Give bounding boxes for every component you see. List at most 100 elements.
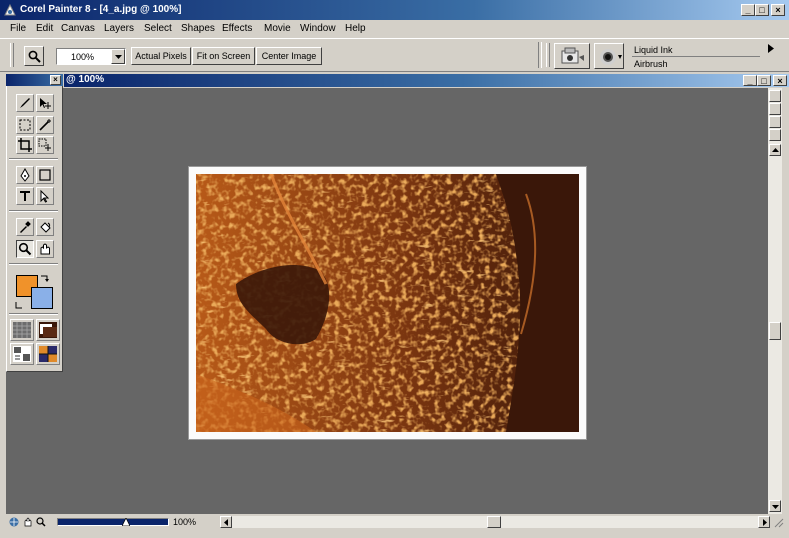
scroll-up-button[interactable] bbox=[769, 144, 781, 156]
paint-bucket-tool[interactable] bbox=[36, 218, 54, 236]
swap-colors-icon[interactable] bbox=[40, 274, 50, 282]
paper-selector[interactable] bbox=[10, 319, 34, 341]
scroll-right-button[interactable] bbox=[758, 516, 770, 528]
shape-selection-icon bbox=[40, 189, 50, 203]
crop-tool[interactable] bbox=[16, 136, 34, 154]
menu-window[interactable]: Window bbox=[300, 23, 336, 34]
menu-movie[interactable]: Movie bbox=[264, 23, 291, 34]
actual-pixels-button[interactable]: Actual Pixels bbox=[131, 47, 191, 65]
text-tool[interactable] bbox=[16, 187, 34, 205]
brush-category-selector[interactable] bbox=[554, 43, 590, 69]
pen-tool[interactable] bbox=[16, 166, 34, 184]
magnifier-icon bbox=[18, 242, 32, 256]
brush-tool[interactable] bbox=[16, 94, 34, 112]
chevron-right-icon bbox=[763, 519, 767, 526]
layer-adjuster-tool[interactable] bbox=[36, 94, 54, 112]
document-restore-button[interactable]: □ bbox=[757, 75, 771, 86]
brush-category-name: Liquid Ink bbox=[634, 45, 673, 55]
magnifier-icon bbox=[28, 50, 41, 63]
weaving-icon bbox=[39, 346, 57, 362]
grabber-tool[interactable] bbox=[36, 240, 54, 258]
swap-arrow-icon[interactable] bbox=[14, 300, 24, 310]
magnifier-tool[interactable] bbox=[16, 240, 34, 258]
magnifier-icon[interactable] bbox=[36, 517, 46, 527]
menu-edit[interactable]: Edit bbox=[36, 23, 53, 34]
menu-help[interactable]: Help bbox=[345, 23, 366, 34]
brush-icon bbox=[20, 98, 30, 108]
zoom-slider-track[interactable] bbox=[57, 518, 169, 526]
menu-shapes[interactable]: Shapes bbox=[181, 23, 215, 34]
pen-icon bbox=[20, 168, 30, 182]
property-bar-divider bbox=[538, 42, 542, 68]
toolbox-title-bar[interactable]: × bbox=[6, 74, 63, 86]
vertical-scrollbar[interactable] bbox=[768, 88, 782, 514]
window-right-border bbox=[782, 88, 789, 514]
selection-move-tool[interactable] bbox=[36, 136, 54, 154]
resize-grip-icon[interactable] bbox=[772, 516, 784, 528]
color-mode-button[interactable] bbox=[769, 129, 781, 141]
weaving-selector[interactable] bbox=[36, 343, 60, 365]
document-title: @ 100% bbox=[66, 74, 105, 85]
zoom-level-value: 100% bbox=[71, 52, 95, 62]
brush-bar-grip[interactable] bbox=[546, 43, 550, 67]
rectangular-selection-tool[interactable] bbox=[16, 116, 34, 134]
brush-variant-name: Airbrush bbox=[634, 59, 668, 69]
magic-wand-tool[interactable] bbox=[36, 116, 54, 134]
title-bar: Corel Painter 8 - [4_a.jpg @ 100%] _ □ × bbox=[0, 0, 789, 20]
text-icon bbox=[20, 191, 30, 201]
zoom-dropdown-button[interactable] bbox=[111, 49, 125, 64]
menu-select[interactable]: Select bbox=[144, 23, 172, 34]
rectangle-shape-tool[interactable] bbox=[36, 166, 54, 184]
document-minimize-button[interactable]: _ bbox=[743, 75, 757, 86]
menu-canvas[interactable]: Canvas bbox=[61, 23, 95, 34]
rock-texture-image bbox=[196, 174, 579, 432]
gradient-icon bbox=[39, 322, 57, 338]
vertical-scroll-thumb[interactable] bbox=[769, 322, 781, 340]
dropper-icon bbox=[20, 221, 31, 233]
zoom-tool-button[interactable] bbox=[24, 46, 44, 66]
toolbox-tools bbox=[6, 86, 63, 372]
close-button[interactable]: × bbox=[771, 4, 785, 16]
grabber-hand-icon[interactable] bbox=[23, 517, 33, 527]
scroll-down-button[interactable] bbox=[769, 500, 781, 512]
painter-app-icon[interactable] bbox=[3, 3, 17, 17]
maximize-button[interactable]: □ bbox=[755, 4, 769, 16]
toolbox-close-button[interactable]: × bbox=[50, 75, 61, 85]
property-bar-grip[interactable] bbox=[10, 43, 14, 67]
document-close-button[interactable]: × bbox=[773, 75, 787, 86]
horizontal-scroll-track[interactable] bbox=[232, 516, 758, 528]
zoom-slider-thumb[interactable] bbox=[122, 518, 130, 526]
rectangular-selection-icon bbox=[19, 119, 31, 131]
menu-file[interactable]: File bbox=[10, 23, 26, 34]
gradient-selector[interactable] bbox=[36, 319, 60, 341]
layer-adjuster-icon bbox=[38, 138, 51, 151]
additional-color-swatch[interactable] bbox=[31, 287, 53, 309]
zoom-level-select[interactable]: 100% bbox=[56, 48, 126, 65]
fit-on-screen-button[interactable]: Fit on Screen bbox=[192, 47, 255, 65]
tracing-paper-button[interactable] bbox=[769, 116, 781, 128]
scroll-left-button[interactable] bbox=[220, 516, 232, 528]
pattern-icon bbox=[13, 346, 31, 362]
globe-icon[interactable] bbox=[9, 517, 19, 527]
status-zoom-value: 100% bbox=[173, 517, 197, 527]
center-image-button[interactable]: Center Image bbox=[256, 47, 322, 65]
brush-variant-selector[interactable] bbox=[594, 43, 624, 69]
chevron-left-icon bbox=[224, 519, 228, 526]
shape-selection-tool[interactable] bbox=[36, 187, 54, 205]
expand-arrow-icon[interactable] bbox=[768, 44, 774, 53]
airbrush-dab-icon bbox=[600, 49, 616, 65]
pattern-selector[interactable] bbox=[10, 343, 34, 365]
grabber-icon bbox=[40, 243, 50, 255]
horizontal-scroll-thumb[interactable] bbox=[487, 516, 501, 528]
view-mode-button[interactable] bbox=[769, 90, 781, 102]
grid-toggle-button[interactable] bbox=[769, 103, 781, 115]
menu-bar: File Edit Canvas Layers Select Shapes Ef… bbox=[0, 20, 789, 37]
dropper-tool[interactable] bbox=[16, 218, 34, 236]
minimize-button[interactable]: _ bbox=[741, 4, 755, 16]
window-title: Corel Painter 8 - [4_a.jpg @ 100%] bbox=[20, 4, 182, 15]
chevron-down-icon bbox=[618, 55, 622, 59]
menu-effects[interactable]: Effects bbox=[222, 23, 252, 34]
menu-layers[interactable]: Layers bbox=[104, 23, 134, 34]
selection-adjuster-icon bbox=[40, 98, 51, 109]
canvas-image[interactable] bbox=[196, 174, 579, 432]
